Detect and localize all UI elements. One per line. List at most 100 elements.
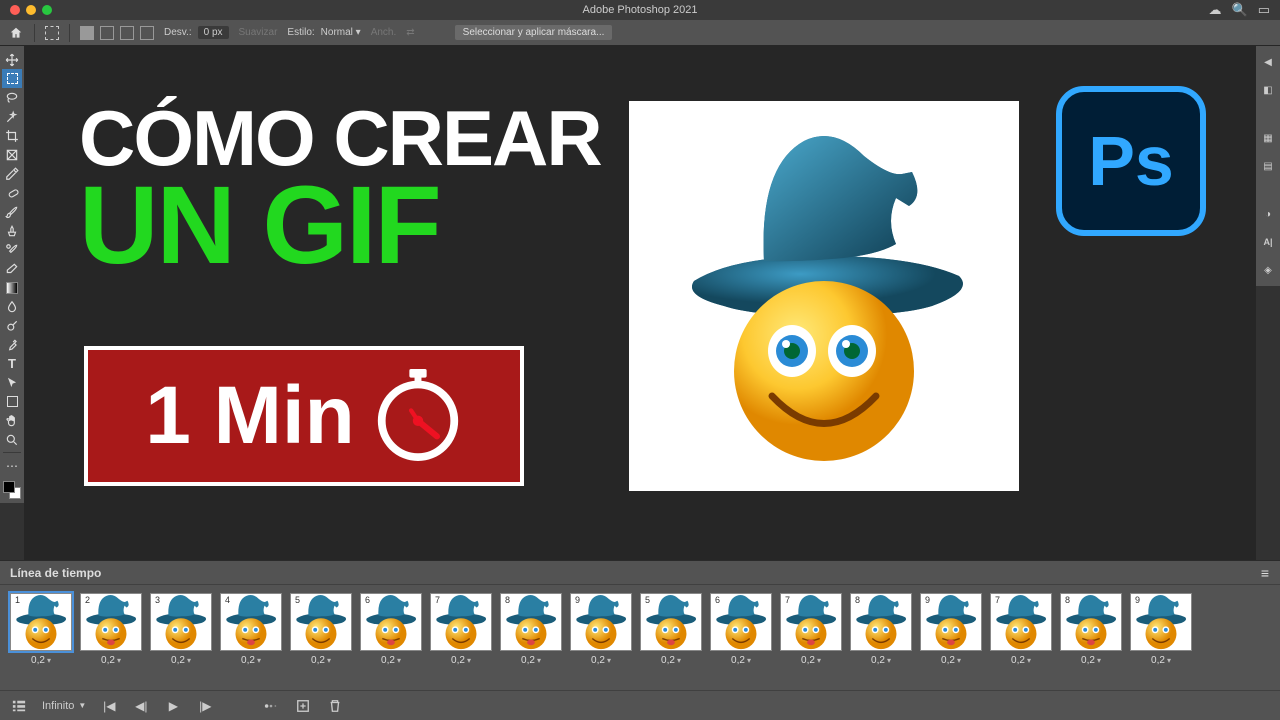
minimize-window-icon[interactable] — [26, 5, 36, 15]
document-canvas[interactable] — [629, 101, 1019, 491]
photoshop-logo: Ps — [1056, 86, 1206, 236]
frame-number: 9 — [573, 595, 582, 605]
tool-healing[interactable] — [2, 183, 22, 202]
tool-type[interactable]: T — [2, 354, 22, 373]
tool-edit-toolbar[interactable]: ⋯ — [2, 456, 22, 475]
frame-delay[interactable]: 0,2 — [1151, 655, 1171, 666]
tool-lasso[interactable] — [2, 88, 22, 107]
play-button[interactable]: ▶ — [164, 697, 182, 715]
panel-3d-icon[interactable]: ◈ — [1260, 262, 1276, 278]
right-panel-strip: ◀ ◧ ▦ ▤ ◑ A| ◈ — [1256, 46, 1280, 286]
tool-clone[interactable] — [2, 221, 22, 240]
frame-delay[interactable]: 0,2 — [801, 655, 821, 666]
timeline-frame[interactable]: 5 0,2 — [640, 593, 702, 666]
frame-delay[interactable]: 0,2 — [591, 655, 611, 666]
tool-path-select[interactable] — [2, 373, 22, 392]
tool-magic-wand[interactable] — [2, 107, 22, 126]
tool-rectangle[interactable] — [2, 392, 22, 411]
timeline-frame[interactable]: 5 0,2 — [290, 593, 352, 666]
title-line-2: UN GIF — [79, 175, 601, 276]
next-frame-button[interactable]: |▶ — [196, 697, 214, 715]
timeline-frame[interactable]: 8 0,2 — [1060, 593, 1122, 666]
tool-hand[interactable] — [2, 411, 22, 430]
panel-swatches-icon[interactable]: ▦ — [1260, 130, 1276, 146]
timeline-frame[interactable]: 1 0,2 — [10, 593, 72, 666]
tween-button[interactable] — [262, 697, 280, 715]
timeline-frame[interactable]: 6 0,2 — [360, 593, 422, 666]
tool-eyedropper[interactable] — [2, 164, 22, 183]
panel-libraries-icon[interactable]: ▤ — [1260, 158, 1276, 174]
selection-mode-group[interactable] — [80, 26, 154, 40]
timeline-frame[interactable]: 7 0,2 — [990, 593, 1052, 666]
timeline-frame[interactable]: 2 0,2 — [80, 593, 142, 666]
loop-dropdown[interactable]: Infinito▼ — [42, 700, 86, 712]
timeline-menu-icon[interactable]: ≡ — [1261, 565, 1270, 581]
tool-history-brush[interactable] — [2, 240, 22, 259]
tool-crop[interactable] — [2, 126, 22, 145]
timeline-frame[interactable]: 9 0,2 — [920, 593, 982, 666]
selection-intersect-icon[interactable] — [140, 26, 154, 40]
expand-panels-icon[interactable]: ◀ — [1260, 54, 1276, 70]
home-button[interactable] — [8, 25, 24, 41]
selection-subtract-icon[interactable] — [120, 26, 134, 40]
tool-blur[interactable] — [2, 297, 22, 316]
cloud-icon[interactable]: ☁ — [1209, 2, 1222, 18]
wizard-emoji-artwork — [664, 126, 984, 466]
timeline-frame[interactable]: 3 0,2 — [150, 593, 212, 666]
tools-panel: T ⋯ — [0, 46, 24, 503]
timeline-frame[interactable]: 8 0,2 — [850, 593, 912, 666]
frame-delay[interactable]: 0,2 — [661, 655, 681, 666]
new-frame-button[interactable] — [294, 697, 312, 715]
search-icon[interactable]: 🔍 — [1232, 2, 1248, 18]
frame-delay[interactable]: 0,2 — [1081, 655, 1101, 666]
timeline-title: Línea de tiempo — [10, 566, 101, 580]
maximize-window-icon[interactable] — [42, 5, 52, 15]
tool-eraser[interactable] — [2, 259, 22, 278]
frame-delay[interactable]: 0,2 — [521, 655, 541, 666]
tool-pen[interactable] — [2, 335, 22, 354]
panel-character-icon[interactable]: A| — [1260, 234, 1276, 250]
tool-dodge[interactable] — [2, 316, 22, 335]
close-window-icon[interactable] — [10, 5, 20, 15]
timeline-frame[interactable]: 7 0,2 — [430, 593, 492, 666]
frame-delay[interactable]: 0,2 — [731, 655, 751, 666]
panel-adjustments-icon[interactable]: ◑ — [1260, 206, 1276, 222]
timeline-frame[interactable]: 9 0,2 — [570, 593, 632, 666]
feather-label: Desv.: — [164, 27, 192, 38]
first-frame-button[interactable]: |◀ — [100, 697, 118, 715]
frame-delay[interactable]: 0,2 — [871, 655, 891, 666]
tool-brush[interactable] — [2, 202, 22, 221]
frame-delay[interactable]: 0,2 — [1011, 655, 1031, 666]
timeline-frame[interactable]: 8 0,2 — [500, 593, 562, 666]
frame-delay[interactable]: 0,2 — [311, 655, 331, 666]
workspace-icon[interactable]: ▭ — [1258, 2, 1270, 18]
selection-add-icon[interactable] — [100, 26, 114, 40]
color-swatches[interactable] — [3, 481, 21, 499]
style-dropdown[interactable]: Normal ▾ — [321, 27, 361, 38]
frame-delay[interactable]: 0,2 — [31, 655, 51, 666]
timeline-frame[interactable]: 4 0,2 — [220, 593, 282, 666]
select-and-mask-button[interactable]: Seleccionar y aplicar máscara... — [455, 25, 613, 40]
feather-value[interactable]: 0 px — [198, 26, 229, 39]
frame-delay[interactable]: 0,2 — [171, 655, 191, 666]
timeline-frame[interactable]: 7 0,2 — [780, 593, 842, 666]
tool-frame[interactable] — [2, 145, 22, 164]
prev-frame-button[interactable]: ◀| — [132, 697, 150, 715]
timeline-frame[interactable]: 9 0,2 — [1130, 593, 1192, 666]
frame-delay[interactable]: 0,2 — [101, 655, 121, 666]
frame-delay[interactable]: 0,2 — [381, 655, 401, 666]
canvas-area: CÓMO CREAR UN GIF 1 Min — [24, 46, 1256, 560]
convert-timeline-icon[interactable] — [10, 697, 28, 715]
tool-zoom[interactable] — [2, 430, 22, 449]
foreground-color-swatch[interactable] — [3, 481, 15, 493]
selection-new-icon[interactable] — [80, 26, 94, 40]
tool-gradient[interactable] — [2, 278, 22, 297]
delete-frame-button[interactable] — [326, 697, 344, 715]
tool-move[interactable] — [2, 50, 22, 69]
frame-delay[interactable]: 0,2 — [241, 655, 261, 666]
panel-color-icon[interactable]: ◧ — [1260, 82, 1276, 98]
frame-delay[interactable]: 0,2 — [451, 655, 471, 666]
tool-marquee[interactable] — [2, 69, 22, 88]
timeline-frame[interactable]: 6 0,2 — [710, 593, 772, 666]
frame-delay[interactable]: 0,2 — [941, 655, 961, 666]
